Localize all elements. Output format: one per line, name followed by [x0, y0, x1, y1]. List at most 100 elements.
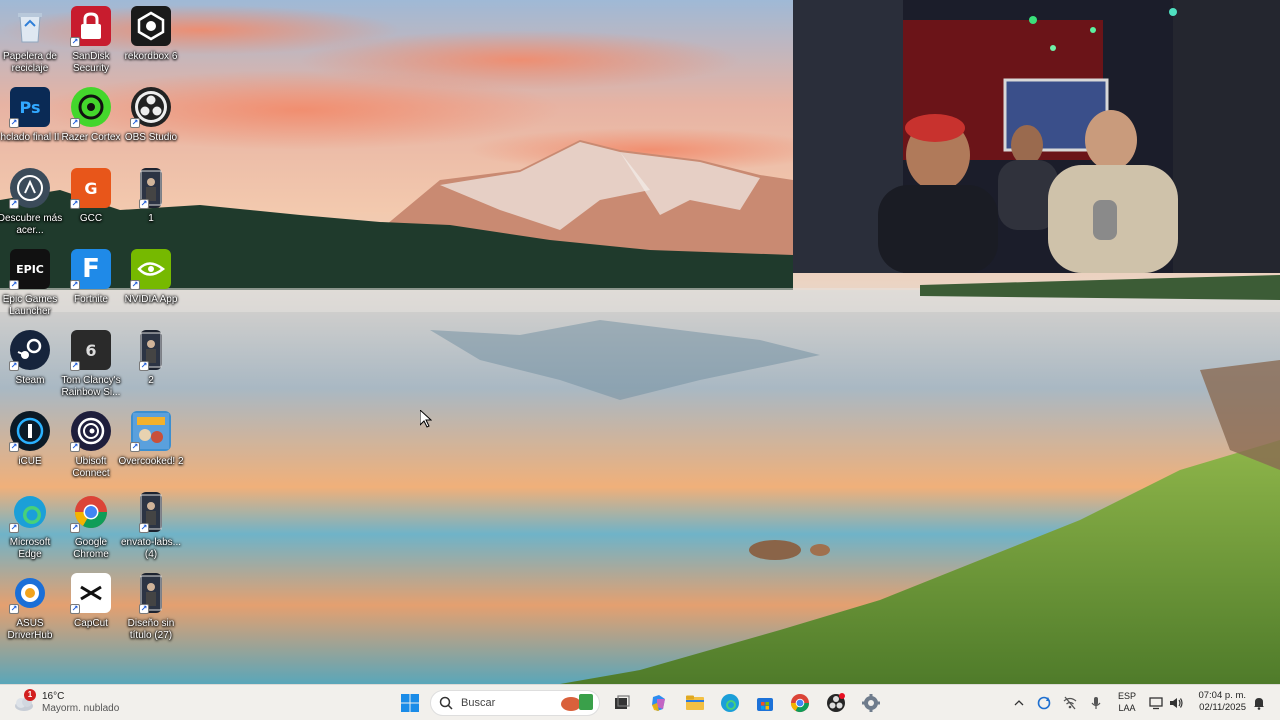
shortcut-arrow-icon: ↗: [9, 118, 19, 128]
overcooked-icon: ↗: [130, 411, 171, 452]
desktop-icon-asus-driverhub[interactable]: ↗ ASUS DriverHub: [0, 567, 60, 647]
microphone-tray-button[interactable]: [1087, 694, 1105, 712]
sync-icon: [1037, 696, 1051, 710]
desktop-icon-image-file[interactable]: ↗ envato-labs... (4): [121, 486, 181, 566]
taskbar-edge-button[interactable]: [716, 689, 744, 717]
volume-tray-button[interactable]: [1167, 694, 1185, 712]
microsoft-store-button[interactable]: [751, 689, 779, 717]
desktop-icon-rekordbox[interactable]: rekordbox 6: [121, 0, 181, 80]
shortcut-arrow-icon: ↗: [139, 523, 149, 533]
image-file-icon: ↗: [139, 573, 162, 614]
edge-icon: [721, 694, 739, 712]
desktop-icon-label: Overcooked! 2: [118, 456, 184, 467]
show-hidden-icons-button[interactable]: [1010, 694, 1028, 712]
shortcut-arrow-icon: ↗: [130, 118, 140, 128]
desktop-icon-recycle-bin[interactable]: Papelera de reciclaje: [0, 0, 60, 80]
desktop-icon-gcc[interactable]: G ↗ GCC: [61, 162, 121, 242]
shortcut-arrow-icon: ↗: [130, 280, 140, 290]
copilot-icon: [652, 695, 665, 711]
task-view-button[interactable]: [608, 689, 636, 717]
desktop-icon-razer-cortex[interactable]: ↗ Razer Cortex: [61, 81, 121, 161]
taskbar-obs-button[interactable]: [822, 689, 850, 717]
desktop-icon-nvidia[interactable]: ↗ NVIDIA App: [121, 243, 181, 323]
psd-file-icon: Ps ↗: [9, 87, 50, 128]
desktop-icon-image-file[interactable]: ↗ Diseño sin título (27): [121, 567, 181, 647]
chevron-up-icon: [1014, 700, 1024, 706]
desktop-icon-image-file[interactable]: ↗ 2: [121, 324, 181, 404]
desktop-icon-label: 2: [148, 375, 154, 386]
desktop-icon-icue[interactable]: ↗ iCUE: [0, 405, 60, 485]
system-clock[interactable]: 07:04 p. m. 02/11/2025: [1190, 690, 1246, 714]
shortcut-arrow-icon: ↗: [130, 442, 140, 452]
weather-widget[interactable]: 1 16°C Mayorm. nublado: [12, 688, 132, 718]
image-file-icon: ↗: [139, 330, 162, 371]
edge-icon: ↗: [9, 492, 50, 533]
weather-text: 16°C Mayorm. nublado: [42, 691, 119, 715]
desktop-icon-rainbow-six[interactable]: 6 ↗ Tom Clancy's Rainbow Si...: [61, 324, 121, 404]
psd-file-glyph: Ps: [19, 97, 41, 117]
taskbar: 1 16°C Mayorm. nublado Buscar ESP LAA 07…: [0, 684, 1280, 720]
shortcut-arrow-icon: ↗: [70, 361, 80, 371]
shortcut-arrow-icon: ↗: [70, 37, 80, 47]
language-code: ESP: [1117, 691, 1136, 701]
desktop-icon-label: hclado final II: [0, 132, 60, 143]
shortcut-arrow-icon: ↗: [9, 523, 19, 533]
webcam-overlay: [793, 0, 1280, 273]
desktop-icon-steam[interactable]: ↗ Steam: [0, 324, 60, 404]
file-explorer-button[interactable]: [681, 689, 709, 717]
microphone-icon: [1091, 697, 1101, 709]
desktop-icon-acer[interactable]: ↗ Descubre más acer...: [0, 162, 62, 242]
speaker-icon: [1170, 698, 1183, 708]
desktop-icon-label: Papelera de reciclaje: [3, 51, 57, 74]
shortcut-arrow-icon: ↗: [70, 604, 80, 614]
rainbow-six-glyph: 6: [85, 340, 97, 360]
desktop-icon-epic-games[interactable]: EPIC ↗ Epic Games Launcher: [0, 243, 60, 323]
microsoft-store-icon: [757, 698, 773, 711]
gcc-icon: G ↗: [70, 168, 111, 209]
obs-icon: ↗: [130, 87, 171, 128]
search-icon: [439, 696, 453, 710]
razer-cortex-icon: ↗: [70, 87, 111, 128]
desktop-icon-grid: Papelera de reciclaje ↗ SanDisk Security re…: [0, 0, 190, 684]
taskbar-chrome-button[interactable]: [786, 689, 814, 717]
copilot-button[interactable]: [645, 689, 673, 717]
taskbar-settings-button[interactable]: [857, 689, 885, 717]
desktop-icon-chrome[interactable]: ↗ Google Chrome: [61, 486, 121, 566]
network-tray-button[interactable]: [1061, 694, 1079, 712]
notifications-button[interactable]: [1250, 694, 1268, 712]
desktop-icon-capcut[interactable]: ↗ CapCut: [61, 567, 121, 647]
network-off-icon: [1063, 696, 1077, 710]
desktop-icon-ubisoft[interactable]: ↗ Ubisoft Connect: [61, 405, 121, 485]
rekordbox-icon: [131, 6, 171, 46]
webcam-video-frame: [793, 0, 1280, 273]
search-placeholder: Buscar: [461, 697, 496, 709]
desktop-icon-overcooked[interactable]: ↗ Overcooked! 2: [118, 405, 184, 485]
icue-icon: ↗: [9, 411, 50, 452]
keyboard-layout-code: LAA: [1118, 703, 1136, 713]
desktop-icon-label: CapCut: [74, 618, 108, 629]
windows-start-button[interactable]: [396, 689, 424, 717]
desktop-icon-lock[interactable]: ↗ SanDisk Security: [61, 0, 121, 80]
display-tray-button[interactable]: [1147, 694, 1165, 712]
shortcut-arrow-icon: ↗: [9, 604, 19, 614]
sync-tray-button[interactable]: [1035, 694, 1053, 712]
ubisoft-icon: ↗: [70, 411, 111, 452]
taskbar-search-box[interactable]: Buscar: [430, 690, 600, 716]
desktop-icon-edge[interactable]: ↗ Microsoft Edge: [0, 486, 60, 566]
desktop-icon-label: Google Chrome: [73, 537, 109, 560]
desktop-icon-obs[interactable]: ↗ OBS Studio: [121, 81, 181, 161]
epic-games-glyph: EPIC: [16, 262, 44, 276]
weather-temperature: 16°C: [42, 691, 65, 702]
desktop-icon-image-file[interactable]: ↗ 1: [121, 162, 181, 242]
desktop-icon-fortnite[interactable]: F ↗ Fortnite: [61, 243, 121, 323]
desktop-icon-label: envato-labs... (4): [120, 537, 182, 560]
input-language-indicator[interactable]: ESP LAA: [1115, 690, 1139, 714]
bell-icon: [1254, 698, 1264, 710]
shortcut-arrow-icon: ↗: [9, 199, 19, 209]
shortcut-arrow-icon: ↗: [9, 361, 19, 371]
desktop-icon-psd-file[interactable]: Ps ↗ hclado final II: [0, 81, 60, 161]
desktop-icon-label: NVIDIA App: [124, 294, 178, 305]
rainbow-six-icon: 6 ↗: [70, 330, 111, 371]
obs-icon: [827, 693, 845, 712]
asus-driverhub-icon: ↗: [9, 573, 50, 614]
